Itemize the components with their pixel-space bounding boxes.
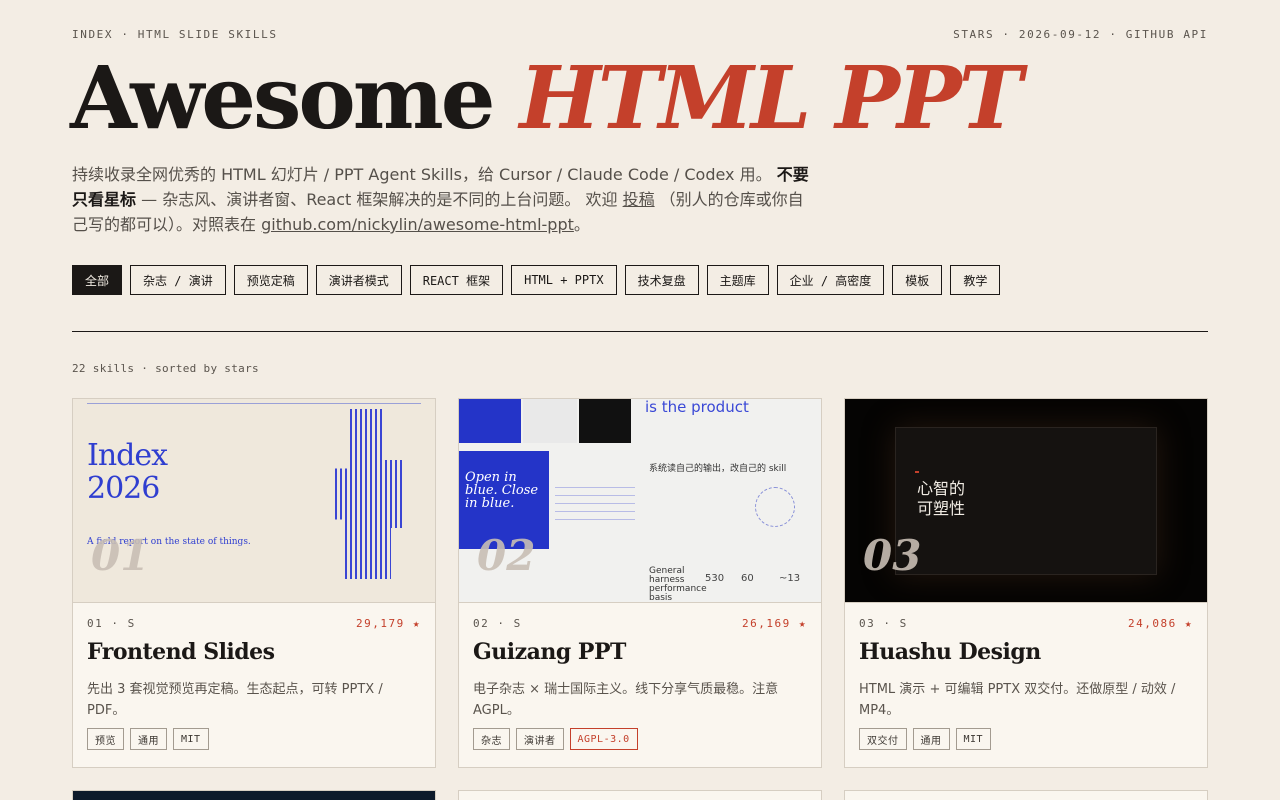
filter-react[interactable]: REACT 框架 <box>409 265 504 295</box>
filter-templates[interactable]: 模板 <box>892 265 943 295</box>
thumb-heading-1: Index <box>87 438 168 473</box>
thumb-stat: ~13 <box>779 573 801 584</box>
star-count: 24,086 ★ <box>1128 617 1193 630</box>
tag: 演讲者 <box>516 728 564 750</box>
intro-part-4: 。 <box>573 215 590 234</box>
card-title: Huashu Design <box>859 639 1041 665</box>
intro-part-1: 持续收录全网优秀的 HTML 幻灯片 / PPT Agent Skills，给 … <box>72 165 772 184</box>
tag: 杂志 <box>473 728 510 750</box>
filter-preview[interactable]: 预览定稿 <box>233 265 308 295</box>
filter-all[interactable]: 全部 <box>72 265 123 295</box>
card-description: 先出 3 套视觉预览再定稿。生态起点，可转 PPTX / PDF。 <box>87 682 383 718</box>
tag: MIT <box>173 728 209 750</box>
card-thumbnail: Index 2026 A field report on the state o… <box>73 399 435 603</box>
title-accent: HTML PPT <box>519 48 1022 149</box>
title-main: Awesome <box>70 48 495 149</box>
card-description: 电子杂志 × 瑞士国际主义。线下分享气质最稳。注意 AGPL。 <box>473 682 779 718</box>
repo-link[interactable]: github.com/nickylin/awesome-html-ppt <box>261 215 574 234</box>
skill-card-huashu-design[interactable]: 心智的 可塑性 03 03 · S 24,086 ★ Huashu Design… <box>844 398 1208 768</box>
card-meta: 03 · S 24,086 ★ <box>859 617 1193 630</box>
thumb-stat: 530 <box>705 573 725 584</box>
thumb-headline: is the product <box>645 399 749 416</box>
intro-text: 持续收录全网优秀的 HTML 幻灯片 / PPT Agent Skills，给 … <box>72 162 812 237</box>
filter-teaching[interactable]: 教学 <box>950 265 1001 295</box>
page-title: Awesome HTML PPT <box>70 51 1023 147</box>
breadcrumb: INDEX · HTML SLIDE SKILLS <box>72 28 278 41</box>
filter-html-pptx[interactable]: HTML + PPTX <box>511 265 617 295</box>
skill-card-partial[interactable] <box>458 790 822 800</box>
tag: 通用 <box>130 728 167 750</box>
divider <box>72 331 1208 332</box>
filter-bar: 全部 杂志 / 演讲 预览定稿 演讲者模式 REACT 框架 HTML + PP… <box>72 265 1001 295</box>
submit-link[interactable]: 投稿 <box>623 190 655 209</box>
filter-enterprise[interactable]: 企业 / 高密度 <box>776 265 885 295</box>
thumb-caption: General harness performance basis <box>649 566 707 603</box>
header-meta: STARS · 2026-09-12 · GITHUB API <box>953 28 1208 41</box>
star-count: 26,169 ★ <box>742 617 807 630</box>
tag: MIT <box>955 728 992 750</box>
filter-magazine[interactable]: 杂志 / 演讲 <box>130 265 226 295</box>
card-title: Frontend Slides <box>87 639 275 665</box>
skill-card-frontend-slides[interactable]: Index 2026 A field report on the state o… <box>72 398 436 768</box>
card-description: HTML 演示 + 可编辑 PPTX 双交付。还做原型 / 动效 / MP4。 <box>859 682 1176 718</box>
card-rank: 01 · S <box>87 617 136 630</box>
card-tags: 预览 通用 MIT <box>87 728 209 750</box>
card-tags: 杂志 演讲者 AGPL-3.0 <box>473 728 638 750</box>
skill-card-partial[interactable] <box>844 790 1208 800</box>
thumb-cn-title-2: 可塑性 <box>917 499 966 518</box>
card-meta: 02 · S 26,169 ★ <box>473 617 807 630</box>
skill-count: 22 skills · sorted by stars <box>72 362 259 375</box>
barcode-graphic <box>335 409 405 579</box>
card-rank: 02 · S <box>473 617 522 630</box>
tag: 预览 <box>87 728 124 750</box>
card-number: 02 <box>477 531 536 580</box>
card-tags: 双交付 通用 MIT <box>859 728 992 750</box>
card-title: Guizang PPT <box>473 639 626 665</box>
filter-themes[interactable]: 主题库 <box>706 265 769 295</box>
thumb-heading-2: 2026 <box>87 471 160 506</box>
top-bar: INDEX · HTML SLIDE SKILLS STARS · 2026-0… <box>72 28 1208 41</box>
thumb-cn-title-1: 心智的 <box>917 479 966 498</box>
card-meta: 01 · S 29,179 ★ <box>87 617 421 630</box>
card-thumbnail: 心智的 可塑性 03 <box>845 399 1207 603</box>
skill-card-partial[interactable] <box>72 790 436 800</box>
intro-part-2: — 杂志风、演讲者窗、React 框架解决的是不同的上台问题。 欢迎 <box>136 190 623 209</box>
license-tag: AGPL-3.0 <box>569 728 638 750</box>
filter-tech-review[interactable]: 技术复盘 <box>624 265 699 295</box>
thumb-cn-line: 系统读自己的输出，改自己的 skill <box>649 464 787 474</box>
tag: 通用 <box>912 728 950 750</box>
skill-card-guizang-ppt[interactable]: is the product Open in blue. Close in bl… <box>458 398 822 768</box>
card-rank: 03 · S <box>859 617 908 630</box>
thumb-stat: 60 <box>741 573 754 584</box>
card-thumbnail: is the product Open in blue. Close in bl… <box>459 399 821 603</box>
card-number: 01 <box>91 531 150 580</box>
tag: 双交付 <box>859 728 907 750</box>
star-count: 29,179 ★ <box>356 617 421 630</box>
card-number: 03 <box>863 531 922 580</box>
filter-presenter[interactable]: 演讲者模式 <box>315 265 402 295</box>
